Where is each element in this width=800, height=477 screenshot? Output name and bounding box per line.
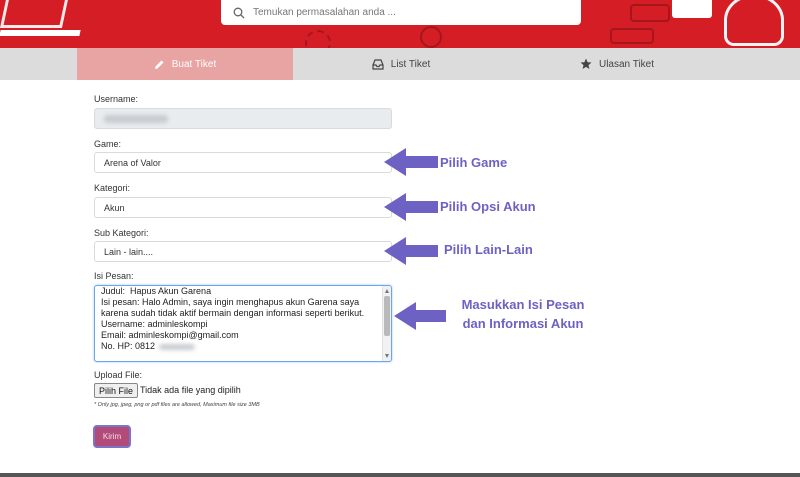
arrow-left-icon	[394, 302, 446, 330]
arrow-left-icon	[384, 237, 438, 265]
upload-label: Upload File:	[94, 370, 143, 380]
bottom-divider	[0, 473, 800, 477]
annotation-akun: Pilih Opsi Akun	[440, 199, 536, 214]
game-select-value: Arena of Valor	[104, 157, 161, 168]
tab-buat-tiket[interactable]: Buat Tiket	[77, 48, 293, 80]
kategori-select-value: Akun	[104, 202, 125, 213]
game-label: Game:	[94, 139, 122, 149]
laptop-base-decoration	[0, 30, 81, 36]
scroll-down-icon[interactable]	[385, 354, 389, 358]
search-input[interactable]	[253, 7, 553, 18]
tab-label: Buat Tiket	[171, 58, 217, 70]
tab-label: Ulasan Tiket	[598, 58, 655, 70]
file-note: * Only jpg, jpeg, png or pdf files are a…	[94, 402, 260, 408]
annotation-pesan-line2: dan Informasi Akun	[462, 316, 584, 331]
pencil-icon	[154, 60, 164, 69]
search-bar[interactable]	[221, 0, 581, 25]
agent-headset-icon	[724, 0, 784, 46]
submit-button[interactable]: Kirim	[93, 425, 131, 448]
laptop-decoration	[0, 0, 71, 28]
annotation-pesan: Masukkan Isi Pesan dan Informasi Akun	[448, 297, 598, 331]
gear-icon	[420, 26, 442, 48]
kategori-label: Kategori:	[94, 183, 131, 193]
annotation-pesan-line1: Masukkan Isi Pesan	[461, 297, 585, 312]
game-select[interactable]: Arena of Valor	[94, 152, 392, 173]
username-field	[94, 108, 392, 129]
page: Buat Tiket List Tiket Ulasan Tiket Usern…	[0, 0, 800, 477]
header-banner	[0, 0, 800, 48]
tab-list-tiket[interactable]: List Tiket	[293, 48, 509, 80]
arrow-left-icon	[384, 148, 438, 176]
username-label: Username:	[94, 94, 139, 104]
annotation-lain: Pilih Lain-Lain	[444, 242, 533, 257]
arrow-left-icon	[384, 193, 438, 221]
choose-file-button[interactable]: Pilih File	[94, 383, 139, 398]
pesan-label: Isi Pesan:	[94, 271, 134, 281]
scroll-up-icon[interactable]	[385, 289, 389, 293]
gear-icon	[305, 30, 331, 48]
subkategori-select[interactable]: Lain - lain....	[94, 241, 392, 262]
scroll-thumb[interactable]	[384, 296, 390, 336]
pesan-textarea[interactable]: Judul: Hapus Akun Garena Isi pesan: Halo…	[94, 285, 392, 362]
chat-icon	[610, 28, 654, 44]
star-icon	[580, 58, 592, 69]
file-status: Tidak ada file yang dipilih	[140, 385, 241, 395]
phone-redacted	[159, 343, 196, 350]
tab-label: List Tiket	[390, 58, 431, 70]
subkategori-label: Sub Kategori:	[94, 228, 149, 238]
textarea-scrollbar[interactable]	[382, 286, 391, 361]
tab-ulasan-tiket[interactable]: Ulasan Tiket	[509, 48, 725, 80]
kategori-select[interactable]: Akun	[94, 197, 392, 218]
chat-icon	[630, 4, 670, 22]
pesan-text: Judul: Hapus Akun Garena Isi pesan: Halo…	[101, 286, 365, 351]
subkategori-select-value: Lain - lain....	[104, 246, 154, 257]
play-icon	[672, 0, 712, 18]
inbox-icon	[372, 58, 384, 70]
annotation-game: Pilih Game	[440, 155, 508, 170]
username-redacted	[104, 114, 168, 123]
tab-bar: Buat Tiket List Tiket Ulasan Tiket	[0, 48, 800, 80]
search-icon	[233, 7, 245, 18]
